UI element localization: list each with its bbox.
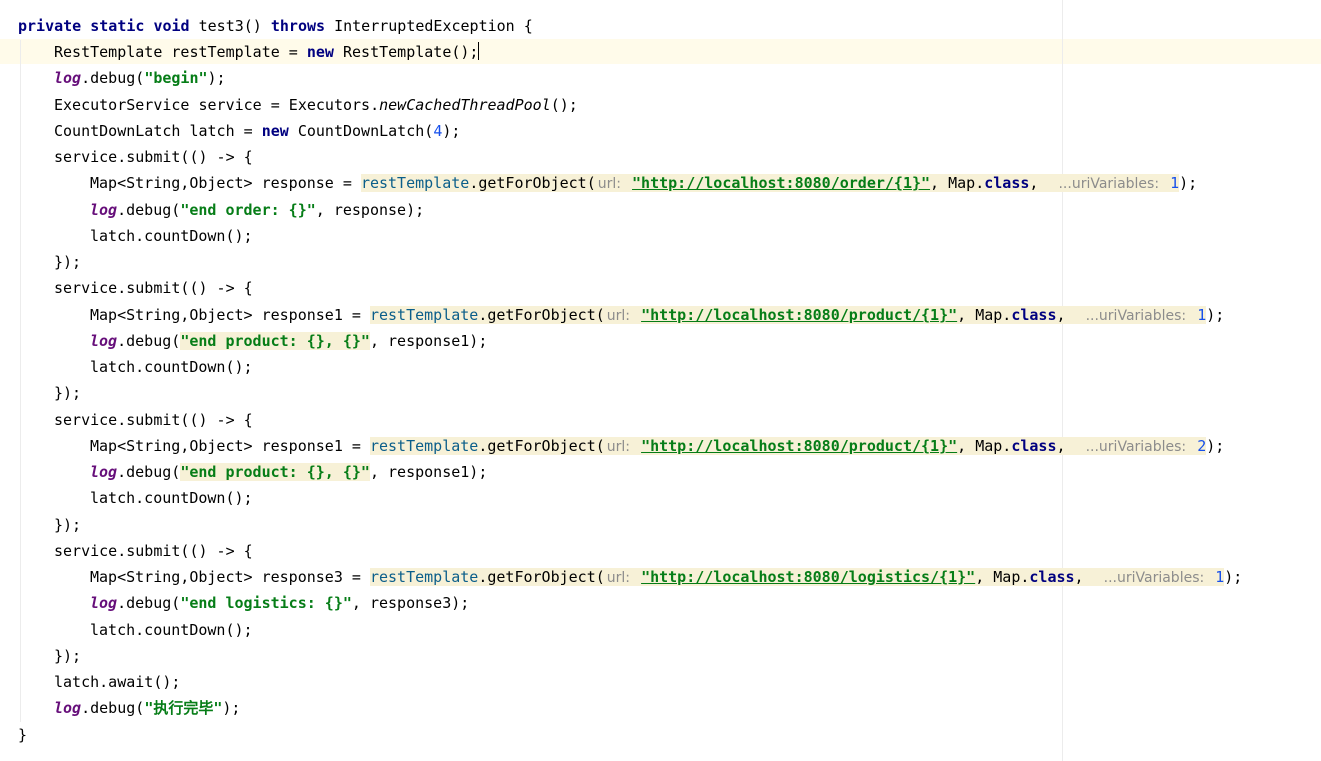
param-hint-urivariables: ...uriVariables:: [1058, 176, 1160, 192]
code-line-submit-close[interactable]: });: [54, 380, 81, 406]
code-line-countdown[interactable]: latch.countDown();: [90, 354, 253, 380]
param-hint-url: url:: [606, 570, 631, 586]
code-line-submit-open[interactable]: service.submit(() -> {: [54, 407, 253, 433]
code-line-latch[interactable]: CountDownLatch latch = new CountDownLatc…: [54, 118, 460, 144]
right-margin-guide: [1062, 0, 1063, 761]
code-line-submit-close[interactable]: });: [54, 643, 81, 669]
code-line-executor[interactable]: ExecutorService service = Executors.newC…: [54, 92, 578, 118]
code-line-await[interactable]: latch.await();: [54, 669, 180, 695]
code-line-log-debug[interactable]: log.debug("end logistics: {}", response3…: [90, 590, 469, 616]
text-caret: [478, 42, 480, 60]
code-line-submit-open[interactable]: service.submit(() -> {: [54, 538, 253, 564]
code-line-log-begin[interactable]: log.debug("begin");: [54, 65, 226, 91]
param-hint-urivariables: ...uriVariables:: [1085, 308, 1187, 324]
code-line-submit-open[interactable]: service.submit(() -> {: [54, 144, 253, 170]
param-hint-url: url:: [606, 308, 631, 324]
param-hint-urivariables: ...uriVariables:: [1103, 570, 1205, 586]
code-line-countdown[interactable]: latch.countDown();: [90, 617, 253, 643]
param-hint-url: url:: [597, 176, 621, 192]
code-line-method-signature[interactable]: private static void test3() throws Inter…: [18, 13, 533, 39]
code-line-log-debug[interactable]: log.debug("end product: {}, {}", respons…: [90, 459, 487, 485]
code-line-submit-close[interactable]: });: [54, 512, 81, 538]
code-editor[interactable]: private static void test3() throws Inter…: [0, 0, 1321, 761]
param-hint-url: url:: [606, 439, 631, 455]
code-line-countdown[interactable]: latch.countDown();: [90, 223, 253, 249]
code-line-log-debug[interactable]: log.debug("end product: {}, {}", respons…: [90, 328, 487, 354]
param-hint-urivariables: ...uriVariables:: [1085, 439, 1187, 455]
code-line-log-debug[interactable]: log.debug("end order: {}", response);: [90, 197, 424, 223]
code-line-submit-open[interactable]: service.submit(() -> {: [54, 275, 253, 301]
code-line-getforobject[interactable]: Map<String,Object> response3 = restTempl…: [90, 564, 1242, 590]
code-line-log-final[interactable]: log.debug("执行完毕");: [54, 695, 240, 721]
code-line-getforobject[interactable]: Map<String,Object> response1 = restTempl…: [90, 302, 1224, 328]
code-line-getforobject[interactable]: Map<String,Object> response = restTempla…: [90, 170, 1197, 196]
code-line-submit-close[interactable]: });: [54, 249, 81, 275]
code-line-closing-brace[interactable]: }: [18, 722, 27, 748]
code-line-getforobject[interactable]: Map<String,Object> response1 = restTempl…: [90, 433, 1224, 459]
code-line-resttemplate[interactable]: RestTemplate restTemplate = new RestTemp…: [54, 39, 480, 65]
code-line-countdown[interactable]: latch.countDown();: [90, 485, 253, 511]
indent-guide: [20, 40, 21, 722]
